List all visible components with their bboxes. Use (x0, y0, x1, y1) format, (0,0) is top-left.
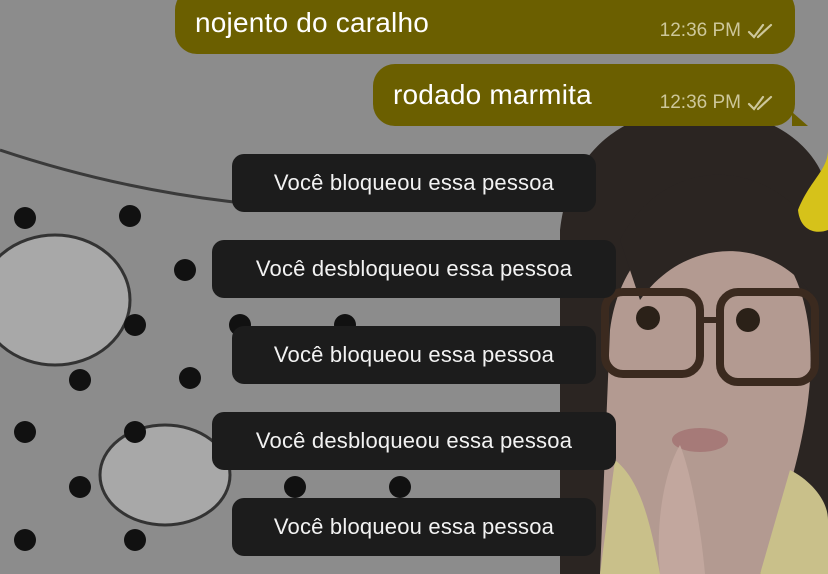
double-check-icon (747, 95, 773, 111)
outgoing-message[interactable]: rodado marmita 12:36 PM (373, 64, 795, 126)
message-text: rodado marmita (393, 79, 592, 110)
system-notice: Você desbloqueou essa pessoa (212, 240, 616, 298)
message-meta: 12:36 PM (660, 92, 775, 114)
system-notice: Você bloqueou essa pessoa (232, 498, 596, 556)
system-notice-text: Você bloqueou essa pessoa (273, 342, 555, 367)
system-notice: Você bloqueou essa pessoa (232, 154, 596, 212)
system-notice-text: Você bloqueou essa pessoa (273, 170, 555, 195)
system-notice-text: Você bloqueou essa pessoa (273, 514, 555, 539)
system-notice-text: Você desbloqueou essa pessoa (255, 256, 573, 281)
bubble-tail (792, 112, 808, 126)
message-meta: 12:36 PM (660, 20, 775, 42)
outgoing-message[interactable]: nojento do caralho 12:36 PM (175, 0, 795, 54)
system-notice: Você desbloqueou essa pessoa (212, 412, 616, 470)
double-check-icon (747, 23, 773, 39)
system-notice-text: Você desbloqueou essa pessoa (255, 428, 573, 453)
system-notice: Você bloqueou essa pessoa (232, 326, 596, 384)
message-time: 12:36 PM (659, 20, 741, 41)
message-time: 12:36 PM (659, 92, 741, 113)
message-text: nojento do caralho (195, 7, 429, 38)
